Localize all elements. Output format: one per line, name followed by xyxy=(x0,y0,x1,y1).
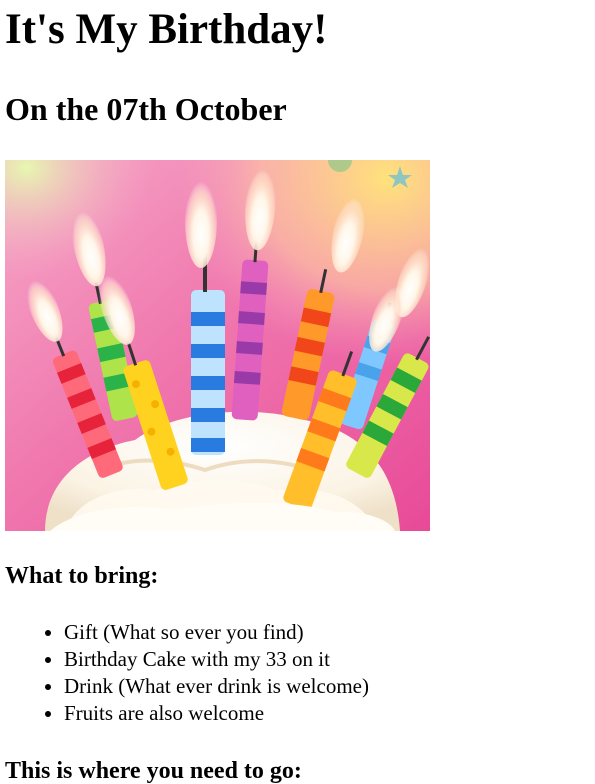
bring-list: Gift (What so ever you find) Birthday Ca… xyxy=(0,619,369,727)
birthday-cake-image xyxy=(5,160,430,531)
birthday-page: It's My Birthday! On the 07th October Wh… xyxy=(0,0,595,784)
list-item: Fruits are also welcome xyxy=(64,700,369,727)
list-item: Birthday Cake with my 33 on it xyxy=(64,646,369,673)
list-item: Gift (What so ever you find) xyxy=(64,619,369,646)
list-item: Drink (What ever drink is welcome) xyxy=(64,673,369,700)
date-subtitle: On the 07th October xyxy=(5,91,287,127)
page-title: It's My Birthday! xyxy=(5,6,328,53)
what-to-bring-heading: What to bring: xyxy=(5,563,159,589)
directions-heading: This is where you need to go: xyxy=(5,758,302,784)
